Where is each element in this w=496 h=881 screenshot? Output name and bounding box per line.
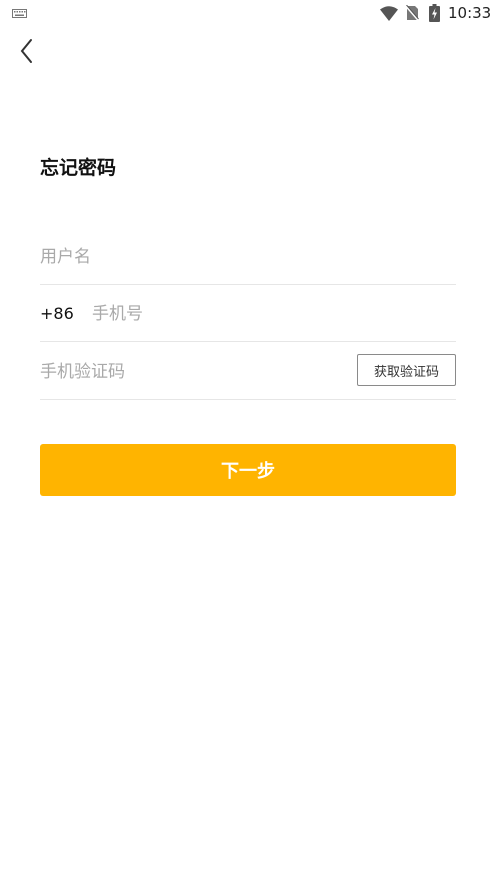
status-bar: 10:33 [0,0,496,28]
status-time: 10:33 [448,4,492,22]
verification-code-input[interactable] [40,357,340,387]
back-button[interactable] [14,34,44,68]
wifi-icon [380,6,398,21]
forgot-password-screen: 10:33 忘记密码 +86 获取验证码 下一步 [0,0,496,881]
get-code-button[interactable]: 获取验证码 [357,354,456,386]
username-input[interactable] [40,242,450,272]
phone-input[interactable] [92,299,442,329]
phone-row: +86 [40,285,456,342]
page-title: 忘记密码 [40,157,117,179]
keyboard-icon [12,9,27,18]
chevron-left-icon [20,39,32,63]
battery-charging-icon [429,4,440,22]
next-button[interactable]: 下一步 [40,444,456,496]
verification-code-row: 获取验证码 [40,343,456,400]
country-code-selector[interactable]: +86 [40,304,74,323]
username-row [40,228,456,285]
no-sim-icon [406,5,419,21]
